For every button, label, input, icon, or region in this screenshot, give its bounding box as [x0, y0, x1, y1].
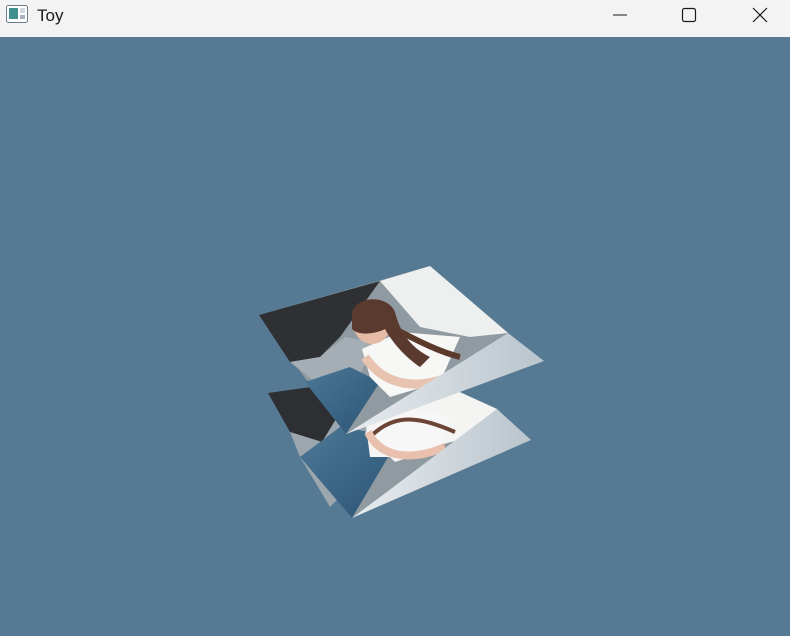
maximize-icon [681, 7, 697, 23]
minimize-button[interactable] [597, 0, 643, 30]
scene-canvas [259, 266, 544, 518]
close-button[interactable] [737, 0, 783, 30]
maximize-button[interactable] [666, 0, 712, 30]
title-bar[interactable]: Toy [0, 0, 790, 37]
render-viewport[interactable] [0, 37, 790, 636]
close-icon [752, 7, 768, 23]
app-icon [6, 5, 28, 23]
minimize-icon [613, 8, 627, 22]
window-title: Toy [37, 6, 64, 25]
app-window: Toy [0, 0, 790, 636]
